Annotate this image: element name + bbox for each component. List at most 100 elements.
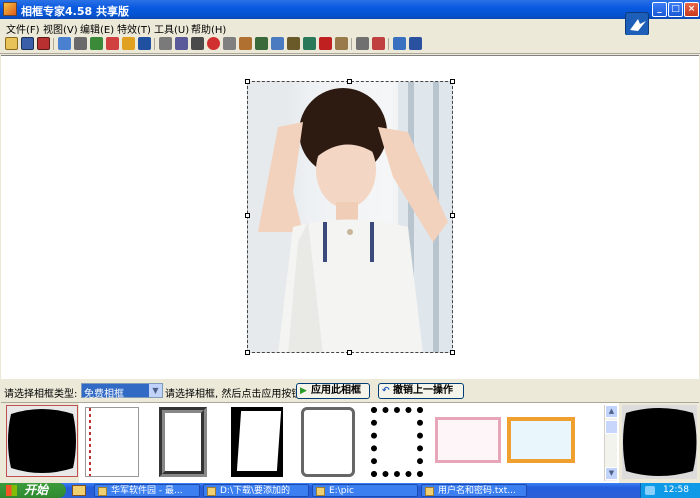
- task-folder-downloads[interactable]: D:\下载\要添加的: [203, 484, 309, 497]
- quick-launch-icon[interactable]: [72, 485, 86, 496]
- resize-handle[interactable]: [245, 350, 250, 355]
- system-tray: 12:58: [640, 483, 700, 498]
- image-icon[interactable]: [271, 37, 284, 50]
- gallery-scrollbar[interactable]: ▲ ▼: [604, 405, 618, 481]
- play-icon: ▶: [300, 386, 307, 396]
- notepad-icon: [425, 487, 434, 496]
- flip-icon[interactable]: [106, 37, 119, 50]
- rotate-icon[interactable]: [90, 37, 103, 50]
- frame-thumb[interactable]: [231, 407, 283, 477]
- zoom-icon[interactable]: [159, 37, 172, 50]
- frame-thumb[interactable]: [301, 407, 355, 477]
- task-browser[interactable]: 华军软件园 - 最...: [94, 484, 200, 497]
- effect-icon[interactable]: [191, 37, 204, 50]
- scroll-down-icon[interactable]: ▼: [605, 467, 618, 480]
- menu-tools[interactable]: 工具(U): [154, 21, 189, 36]
- frame-hint-label: 请选择相框, 然后点击应用按钮:: [165, 389, 305, 400]
- apply-frame-button[interactable]: ▶ 应用此相框: [296, 383, 370, 399]
- redo-icon[interactable]: [122, 37, 135, 50]
- undo-arrow-icon: ↶: [382, 386, 390, 396]
- task-label: 华军软件园 - 最...: [111, 486, 183, 496]
- folder-icon: [207, 487, 216, 496]
- resize-handle[interactable]: [450, 79, 455, 84]
- undo-button[interactable]: ↶ 撤销上一操作: [378, 383, 464, 399]
- save-icon[interactable]: [21, 37, 34, 50]
- clock: 12:58: [663, 485, 689, 495]
- folder-icon: [316, 487, 325, 496]
- frame-thumbnails[interactable]: [79, 403, 619, 483]
- color-icon[interactable]: [223, 37, 236, 50]
- task-label: 用户名和密码.txt...: [438, 486, 516, 496]
- info-icon[interactable]: [393, 37, 406, 50]
- close-icon: ×: [687, 4, 696, 14]
- start-label: 开始: [24, 483, 49, 497]
- frame-thumb[interactable]: [85, 407, 139, 477]
- browser-icon: [98, 487, 107, 496]
- brush-icon[interactable]: [335, 37, 348, 50]
- taskbar: 开始 华军软件园 - 最... D:\下载\要添加的 E:\pic 用户名和密码…: [0, 483, 700, 498]
- window-title: 相框专家4.58 共享版: [21, 5, 129, 18]
- settings-icon[interactable]: [319, 37, 332, 50]
- selected-frame-thumb[interactable]: [6, 405, 78, 477]
- frame-thumb[interactable]: [435, 417, 501, 463]
- resize-handle[interactable]: [245, 213, 250, 218]
- toolbar-separator: [388, 38, 389, 50]
- task-notepad[interactable]: 用户名和密码.txt...: [421, 484, 527, 497]
- filter-icon[interactable]: [239, 37, 252, 50]
- crop-icon[interactable]: [138, 37, 151, 50]
- brand-logo-icon: [625, 12, 649, 36]
- task-label: D:\下载\要添加的: [220, 486, 291, 496]
- undo-label: 撤销上一操作: [393, 385, 453, 396]
- frame-icon[interactable]: [207, 37, 220, 50]
- apply-frame-label: 应用此相框: [311, 385, 361, 396]
- frame-type-label: 请选择相框类型:: [4, 389, 78, 400]
- resize-handle[interactable]: [450, 213, 455, 218]
- frame-thumb[interactable]: [507, 417, 575, 463]
- frame-gallery: ▲ ▼: [1, 402, 699, 483]
- maximize-button[interactable]: □: [668, 2, 683, 17]
- minimize-icon: _: [657, 4, 662, 14]
- scroll-thumb[interactable]: [605, 420, 618, 434]
- chevron-down-icon[interactable]: ▼: [149, 384, 162, 397]
- toolbar-separator: [351, 38, 352, 50]
- toolbar: [0, 35, 700, 54]
- text-icon[interactable]: [175, 37, 188, 50]
- export-icon[interactable]: [372, 37, 385, 50]
- menu-effects[interactable]: 特效(T): [117, 21, 151, 36]
- border-icon[interactable]: [287, 37, 300, 50]
- layer-icon[interactable]: [255, 37, 268, 50]
- close-button[interactable]: ×: [684, 2, 699, 17]
- scroll-up-icon[interactable]: ▲: [605, 405, 618, 418]
- menu-bar: 文件(F) 视图(V) 编辑(E) 特效(T) 工具(U) 帮助(H): [0, 19, 700, 36]
- toolbar-separator: [154, 38, 155, 50]
- minimize-button[interactable]: _: [652, 2, 667, 17]
- tray-icon[interactable]: [645, 486, 655, 495]
- resize-handle[interactable]: [347, 350, 352, 355]
- frame-type-value: 免费相框: [84, 389, 124, 400]
- toolbar-separator: [53, 38, 54, 50]
- menu-help[interactable]: 帮助(H): [191, 21, 226, 36]
- start-button[interactable]: 开始: [0, 483, 66, 498]
- photo-preview[interactable]: [247, 81, 453, 353]
- resize-handle[interactable]: [450, 350, 455, 355]
- copy-icon[interactable]: [74, 37, 87, 50]
- menu-file[interactable]: 文件(F): [6, 21, 40, 36]
- open-icon[interactable]: [5, 37, 18, 50]
- resize-handle[interactable]: [347, 79, 352, 84]
- frame-type-select[interactable]: 免费相框 ▼: [81, 383, 163, 400]
- adjust-icon[interactable]: [303, 37, 316, 50]
- menu-view[interactable]: 视图(V): [43, 21, 78, 36]
- undo-icon[interactable]: [58, 37, 71, 50]
- print-icon[interactable]: [356, 37, 369, 50]
- task-folder-pic[interactable]: E:\pic: [312, 484, 418, 497]
- frame-thumb[interactable]: [159, 407, 207, 477]
- title-bar[interactable]: 相框专家4.58 共享版 _ □ ×: [0, 0, 700, 19]
- app-window: 相框专家4.58 共享版 _ □ × 文件(F) 视图(V) 编辑(E) 特效(…: [0, 0, 700, 498]
- frame-controls: 请选择相框类型: 免费相框 ▼ 请选择相框, 然后点击应用按钮: ▶ 应用此相框…: [0, 380, 700, 402]
- menu-edit[interactable]: 编辑(E): [80, 21, 114, 36]
- save-as-icon[interactable]: [37, 37, 50, 50]
- help-icon[interactable]: [409, 37, 422, 50]
- maximize-icon: □: [671, 4, 680, 14]
- resize-handle[interactable]: [245, 79, 250, 84]
- frame-thumb[interactable]: [371, 407, 423, 477]
